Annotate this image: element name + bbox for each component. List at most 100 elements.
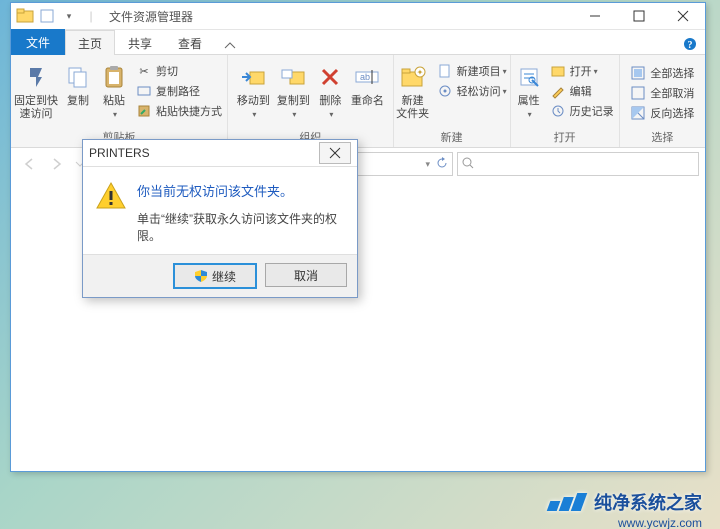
svg-text:?: ? [688, 40, 693, 51]
edit-icon [550, 83, 566, 99]
cancel-button[interactable]: 取消 [265, 263, 347, 287]
nav-back-button[interactable] [17, 152, 41, 176]
ribbon-group-organize: 移动到▾ 复制到▾ 删除▾ [228, 55, 394, 147]
pin-quick-access-button[interactable]: 固定到快 速访问 [12, 57, 60, 121]
ribbon-group-clipboard: 固定到快 速访问 复制 粘贴 ▾ [11, 55, 228, 147]
new-item-label: 新建项目 [457, 63, 501, 79]
ribbon-group-open: 属性▾ 打开▾ 编辑 [511, 55, 620, 147]
history-button[interactable]: 历史记录 [550, 101, 614, 121]
rename-button[interactable]: ab 重命名 [347, 57, 387, 108]
tab-share[interactable]: 共享 [115, 30, 165, 55]
uac-shield-icon [194, 269, 208, 283]
copy-button[interactable]: 复制 [60, 57, 96, 108]
history-label: 历史记录 [570, 103, 614, 119]
rename-label: 重命名 [351, 95, 384, 108]
paste-button[interactable]: 粘贴 ▾ [96, 57, 132, 121]
invert-icon [630, 105, 646, 121]
continue-button[interactable]: 继续 [173, 263, 257, 289]
quick-access-toolbar: ▾ | [11, 6, 103, 26]
group-label-open: 打开 [515, 129, 615, 147]
edit-label: 编辑 [570, 83, 592, 99]
cut-button[interactable]: ✂ 剪切 [136, 61, 222, 81]
group-label-select: 选择 [624, 129, 701, 147]
easy-access-icon [437, 83, 453, 99]
qat-item[interactable] [37, 6, 57, 26]
delete-icon [314, 61, 346, 93]
help-icon[interactable]: ? [675, 37, 705, 54]
address-dropdown-icon[interactable]: ▾ [425, 159, 430, 170]
window-title: 文件资源管理器 [109, 8, 193, 25]
paste-shortcut-button[interactable]: 粘贴快捷方式 [136, 101, 222, 121]
select-none-button[interactable]: 全部取消 [630, 83, 694, 103]
delete-button[interactable]: 删除▾ [313, 57, 347, 121]
open-button[interactable]: 打开▾ [550, 61, 614, 81]
new-item-icon [437, 63, 453, 79]
properties-label: 属性 [518, 95, 540, 108]
select-none-label: 全部取消 [650, 85, 694, 101]
pin-icon [20, 61, 52, 93]
permission-dialog: PRINTERS 你当前无权访问该文件夹。 单击“继续”获取永久访问该文件夹的权… [82, 139, 358, 298]
dialog-message: 你当前无权访问该文件夹。 单击“继续”获取永久访问该文件夹的权限。 [137, 181, 345, 244]
delete-label: 删除 [319, 95, 341, 108]
properties-button[interactable]: 属性▾ [512, 57, 546, 121]
history-icon [550, 103, 566, 119]
minimize-button[interactable] [573, 3, 617, 29]
paste-icon [98, 61, 130, 93]
search-box[interactable] [457, 152, 699, 176]
copy-to-button[interactable]: 复制到▾ [273, 57, 313, 121]
path-icon [136, 83, 152, 99]
copy-path-label: 复制路径 [156, 83, 200, 99]
titlebar: ▾ | 文件资源管理器 [11, 3, 705, 30]
watermark-brand: 纯净系统之家 [554, 489, 702, 515]
open-icon [550, 63, 566, 79]
rename-icon: ab [351, 61, 383, 93]
watermark-brand-text: 纯净系统之家 [594, 489, 702, 515]
copy-to-icon [277, 61, 309, 93]
qat-dropdown-icon[interactable]: ▾ [59, 6, 79, 26]
watermark-logo-icon [554, 491, 588, 513]
qat-divider: | [81, 6, 101, 26]
tab-file[interactable]: 文件 [11, 29, 65, 55]
ribbon-tabs: 文件 主页 共享 查看 ? [11, 30, 705, 55]
easy-access-label: 轻松访问 [457, 83, 501, 99]
maximize-button[interactable] [617, 3, 661, 29]
shortcut-icon [136, 103, 152, 119]
close-button[interactable] [661, 3, 705, 29]
warning-icon [95, 181, 127, 213]
move-to-button[interactable]: 移动到▾ [233, 57, 273, 121]
edit-button[interactable]: 编辑 [550, 81, 614, 101]
new-item-button[interactable]: 新建项目▾ [437, 61, 507, 81]
select-all-icon [630, 65, 646, 81]
svg-text:✦: ✦ [416, 68, 423, 77]
dialog-close-button[interactable] [319, 142, 351, 164]
svg-text:ab: ab [360, 72, 370, 82]
new-folder-label: 新建 文件夹 [396, 95, 429, 121]
group-label-new: 新建 [398, 129, 506, 147]
cancel-label: 取消 [294, 267, 318, 284]
dialog-body: 你当前无权访问该文件夹。 单击“继续”获取永久访问该文件夹的权限。 [83, 167, 357, 254]
dialog-subtext: 单击“继续”获取永久访问该文件夹的权限。 [137, 210, 345, 244]
ribbon: 固定到快 速访问 复制 粘贴 ▾ [11, 55, 705, 148]
copy-to-label: 复制到 [277, 95, 310, 108]
new-folder-button[interactable]: ✦ 新建 文件夹 [393, 57, 433, 121]
paste-label: 粘贴 [103, 95, 125, 108]
nav-forward-button[interactable] [45, 152, 69, 176]
tab-view[interactable]: 查看 [165, 30, 215, 55]
pin-label: 固定到快 速访问 [14, 95, 58, 121]
paste-shortcut-label: 粘贴快捷方式 [156, 103, 222, 119]
properties-icon [513, 61, 545, 93]
select-all-button[interactable]: 全部选择 [630, 63, 694, 83]
copy-path-button[interactable]: 复制路径 [136, 81, 222, 101]
ribbon-collapse-icon[interactable] [215, 40, 245, 54]
refresh-icon[interactable] [436, 157, 448, 172]
tab-home[interactable]: 主页 [65, 30, 115, 55]
app-icon [15, 6, 35, 26]
easy-access-button[interactable]: 轻松访问▾ [437, 81, 507, 101]
copy-label: 复制 [67, 95, 89, 108]
chevron-down-icon: ▾ [113, 108, 117, 121]
dialog-title: PRINTERS [89, 146, 150, 160]
ribbon-group-new: ✦ 新建 文件夹 新建项目▾ [394, 55, 511, 147]
cut-label: 剪切 [156, 63, 178, 79]
invert-selection-button[interactable]: 反向选择 [630, 103, 694, 123]
open-label: 打开 [570, 63, 592, 79]
